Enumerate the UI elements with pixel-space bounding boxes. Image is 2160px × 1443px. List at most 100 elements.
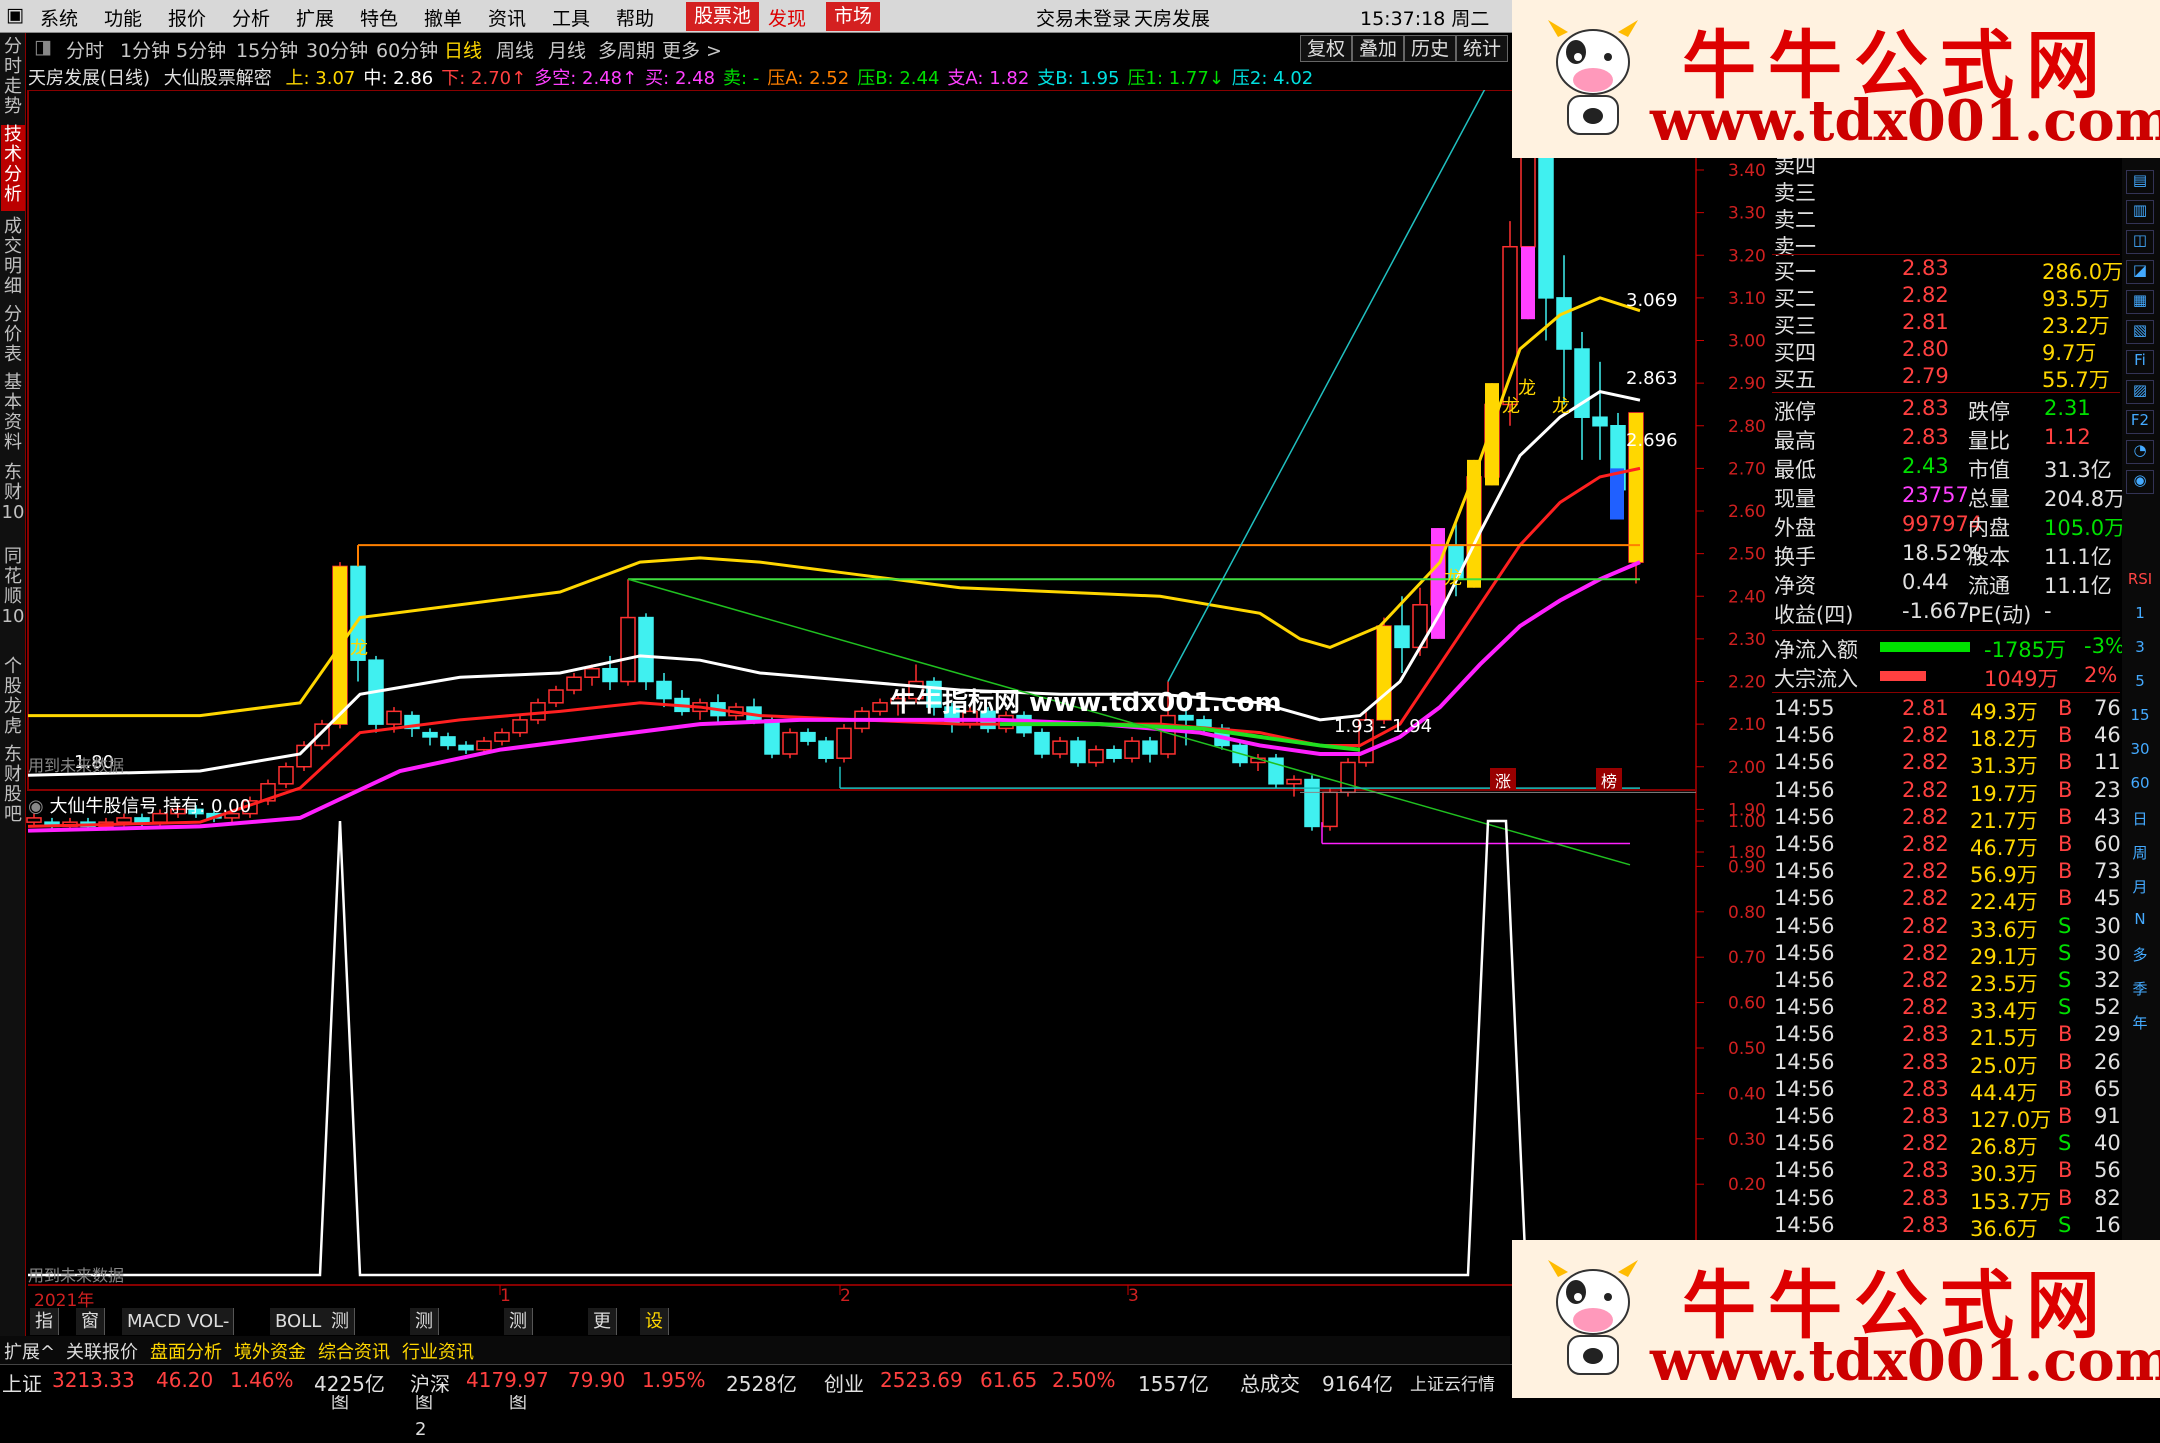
collapse-icon[interactable]: ◉ (28, 796, 49, 817)
menu-cancel-order[interactable]: 撤单 (424, 4, 462, 31)
ext-toggle[interactable]: 扩展^ (4, 1338, 55, 1364)
quote-row[interactable]: 收益(四) -1.667 PE(动) - (1772, 599, 2120, 627)
trade-row[interactable]: 14:56 2.82 33.6万 S 30 (1772, 914, 2121, 942)
trade-row[interactable]: 14:56 2.83 153.7万 B 82 (1772, 1186, 2121, 1214)
period-shortcut-icon[interactable]: 60 (2126, 774, 2154, 798)
menu-discover[interactable]: 发现 (768, 4, 806, 31)
trade-row[interactable]: 14:56 2.82 18.2万 B 46 (1772, 723, 2121, 751)
period-weekly[interactable]: 周线 (496, 36, 534, 63)
ticker-hs-name[interactable]: 沪深 (410, 1368, 450, 1397)
indicator-name[interactable]: 大仙股票解密 (164, 68, 272, 89)
toolbar-icon[interactable]: ◉ (2126, 470, 2154, 494)
stats-button[interactable]: 统计 (1456, 35, 1509, 62)
trade-row[interactable]: 14:56 2.83 36.6万 S 16 (1772, 1213, 2121, 1241)
menu-market[interactable]: 市场 (826, 2, 881, 31)
quote-row[interactable]: 净资 0.44 流通 11.1亿 (1772, 570, 2120, 598)
app-icon[interactable]: ▣ (6, 4, 24, 26)
trade-row[interactable]: 14:56 2.83 44.4万 B 65 (1772, 1077, 2121, 1105)
tab-indicator[interactable]: 指标 (30, 1308, 59, 1359)
period-daily[interactable]: 日线 (444, 36, 482, 63)
menu-analysis[interactable]: 分析 (232, 4, 270, 31)
trade-row[interactable]: 14:55 2.81 49.3万 B 76 (1772, 696, 2121, 724)
ext-news[interactable]: 综合资讯 (318, 1338, 390, 1364)
period-shortcut-icon[interactable]: N (2126, 910, 2154, 934)
period-shortcut-icon[interactable]: 30 (2126, 740, 2154, 764)
trade-row[interactable]: 14:56 2.83 127.0万 B 91 (1772, 1104, 2121, 1132)
ext-market-analysis[interactable]: 盘面分析 (150, 1338, 222, 1364)
toolbar-icon[interactable]: F2 (2126, 410, 2154, 434)
toolbar-icon[interactable]: ▧ (2126, 320, 2154, 344)
buy-row[interactable]: 买一 2.83 286.0万 (1772, 256, 2123, 284)
quote-row[interactable]: 最高 2.83 量比 1.12 (1772, 425, 2120, 453)
period-shortcut-icon[interactable]: 多 (2126, 944, 2154, 968)
period-shortcut-icon[interactable]: 1 (2126, 604, 2154, 628)
period-60min[interactable]: 60分钟 (376, 36, 438, 63)
buy-row[interactable]: 买五 2.79 55.7万 (1772, 364, 2120, 392)
buy-row[interactable]: 买二 2.82 93.5万 (1772, 283, 2120, 311)
toolbar-icon[interactable]: ◫ (2126, 230, 2154, 254)
tab-test-chart[interactable]: 测试幅图 (326, 1308, 355, 1413)
period-15min[interactable]: 15分钟 (236, 36, 298, 63)
quote-row[interactable]: 外盘 997974 内盘 105.0万 (1772, 512, 2125, 540)
menu-stock-pool[interactable]: 股票池 (686, 2, 760, 31)
menu-function[interactable]: 功能 (104, 4, 142, 31)
period-1min[interactable]: 1分钟 (120, 36, 170, 63)
period-shortcut-icon[interactable]: 15 (2126, 706, 2154, 730)
tab-settings[interactable]: 设置 (640, 1308, 669, 1359)
trade-row[interactable]: 14:56 2.82 23.5万 S 32 (1772, 968, 2121, 996)
buy-row[interactable]: 买四 2.80 9.7万 (1772, 337, 2120, 365)
trade-row[interactable]: 14:56 2.82 21.7万 B 43 (1772, 805, 2121, 833)
menu-feature[interactable]: 特色 (360, 4, 398, 31)
tab-window[interactable]: 窗口 (76, 1308, 105, 1359)
trade-row[interactable]: 14:56 2.82 56.9万 B 73 (1772, 859, 2121, 887)
toolbar-icon[interactable]: ◪ (2126, 260, 2154, 284)
menu-system[interactable]: 系统 (40, 4, 78, 31)
ext-foreign-funds[interactable]: 境外资金 (234, 1338, 306, 1364)
period-shortcut-icon[interactable]: 季 (2126, 978, 2154, 1002)
trade-row[interactable]: 14:56 2.82 29.1万 S 30 (1772, 941, 2121, 969)
trade-row[interactable]: 14:56 2.82 26.8万 S 40 (1772, 1131, 2121, 1159)
trade-row[interactable]: 14:56 2.82 19.7万 B 23 (1772, 778, 2121, 806)
period-shortcut-icon[interactable]: RSI (2126, 570, 2154, 594)
ext-industry-news[interactable]: 行业资讯 (402, 1338, 474, 1364)
menu-tools[interactable]: 工具 (552, 4, 590, 31)
tab-vol[interactable]: VOL-TDX (182, 1308, 234, 1359)
period-shortcut-icon[interactable]: 周 (2126, 842, 2154, 866)
chart-toggle-icon[interactable]: ◨ (34, 36, 52, 58)
sell-row[interactable]: 卖三 (1772, 177, 2120, 205)
toolbar-icon[interactable]: ▥ (2126, 200, 2154, 224)
ad-banner-bottom[interactable]: 牛牛公式网 www.tdx001.com (1512, 1240, 2160, 1398)
ad-banner-top[interactable]: 牛牛公式网 www.tdx001.com (1512, 0, 2160, 158)
period-30min[interactable]: 30分钟 (306, 36, 368, 63)
trade-row[interactable]: 14:56 2.83 25.0万 B 26 (1772, 1050, 2121, 1078)
period-monthly[interactable]: 月线 (548, 36, 586, 63)
trade-row[interactable]: 14:56 2.82 46.7万 B 60 (1772, 832, 2121, 860)
period-shortcut-icon[interactable]: 3 (2126, 638, 2154, 662)
ticker-cy-name[interactable]: 创业 (824, 1368, 864, 1397)
ticker-sh-name[interactable]: 上证 (2, 1368, 42, 1397)
menu-news[interactable]: 资讯 (488, 4, 526, 31)
period-multi[interactable]: 多周期 (598, 36, 655, 63)
tab-test-chart2[interactable]: 测试幅图2 (410, 1308, 439, 1440)
period-shortcut-icon[interactable]: 日 (2126, 808, 2154, 832)
trade-row[interactable]: 14:56 2.82 33.4万 S 52 (1772, 995, 2121, 1023)
menu-help[interactable]: 帮助 (616, 4, 654, 31)
trade-row[interactable]: 14:56 2.83 21.5万 B 29 (1772, 1022, 2121, 1050)
period-more[interactable]: 更多 > (662, 36, 722, 63)
toolbar-icon[interactable]: ▨ (2126, 380, 2154, 404)
tab-test-main[interactable]: 测试主图 (504, 1308, 533, 1413)
period-fenshi[interactable]: 分时 (66, 36, 104, 63)
sub-indicator-name[interactable]: 大仙牛股信号 (49, 796, 157, 817)
toolbar-icon[interactable]: Fi (2126, 350, 2154, 374)
menu-extend[interactable]: 扩展 (296, 4, 334, 31)
period-5min[interactable]: 5分钟 (176, 36, 226, 63)
quote-row[interactable]: 最低 2.43 市值 31.3亿 (1772, 454, 2120, 482)
trade-row[interactable]: 14:56 2.82 22.4万 B 45 (1772, 886, 2121, 914)
tab-more[interactable]: 更多 (588, 1308, 617, 1359)
toolbar-icon[interactable]: ▦ (2126, 290, 2154, 314)
history-button[interactable]: 历史 (1404, 35, 1457, 62)
ticker-tail[interactable]: 上证云行情 (1410, 1370, 1495, 1395)
period-shortcut-icon[interactable]: 5 (2126, 672, 2154, 696)
period-shortcut-icon[interactable]: 月 (2126, 876, 2154, 900)
list-badge[interactable]: 榜 (1596, 768, 1622, 791)
